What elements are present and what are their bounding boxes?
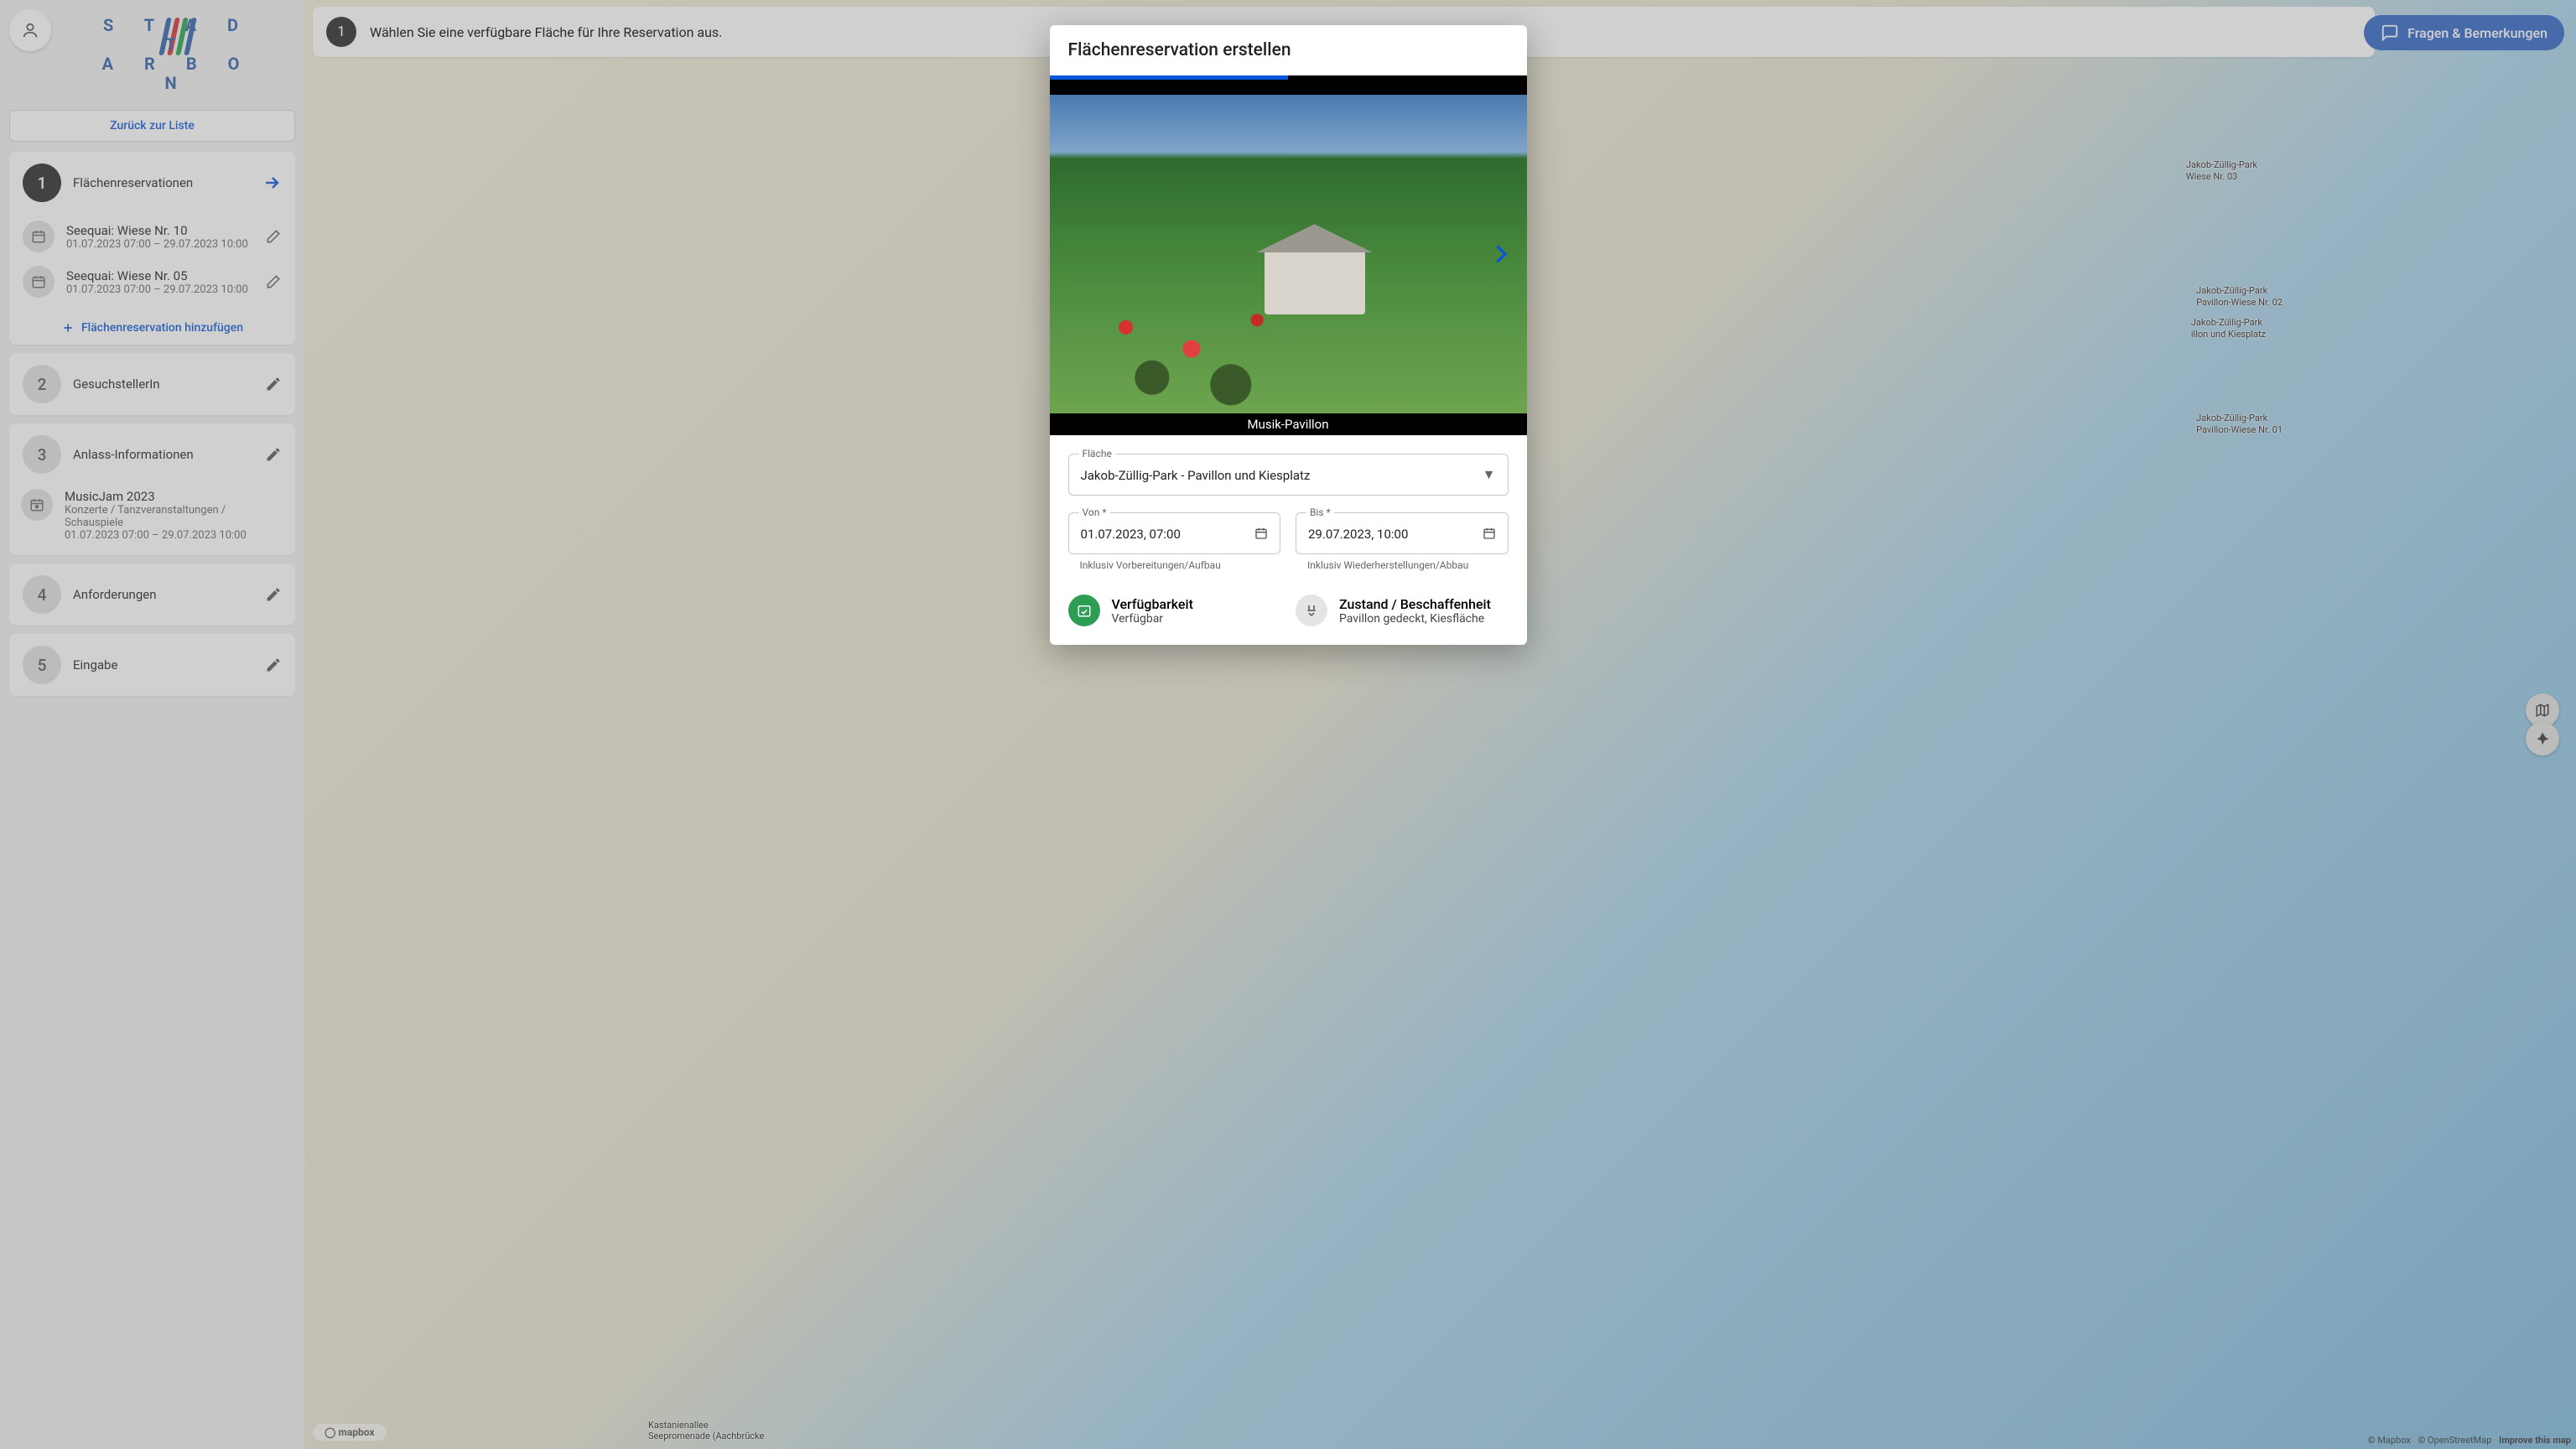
improve-map-link[interactable]: Improve this map xyxy=(2499,1435,2571,1446)
reservation-item[interactable]: Seequai: Wiese Nr. 0501.07.2023 07:00 – … xyxy=(21,259,283,304)
osm-credit[interactable]: © OpenStreetMap xyxy=(2418,1435,2492,1446)
step-number: 4 xyxy=(23,575,61,614)
to-hint: Inklusiv Wiederherstellungen/Abbau xyxy=(1296,559,1509,571)
step-number: 1 xyxy=(23,164,61,202)
step-number: 5 xyxy=(23,646,61,684)
arrow-right-icon[interactable] xyxy=(262,173,282,193)
step-5-card: 5 Eingabe xyxy=(9,634,295,696)
step-number: 1 xyxy=(326,17,356,47)
field-label: Bis * xyxy=(1306,506,1334,518)
edit-icon[interactable] xyxy=(265,273,282,290)
condition-status: Zustand / BeschaffenheitPavillon gedeckt… xyxy=(1296,595,1509,626)
user-icon xyxy=(21,21,39,39)
calendar-icon xyxy=(23,221,55,252)
step-3-card: 3 Anlass-Informationen MusicJam 2023 Kon… xyxy=(9,423,295,555)
chevron-down-icon: ▼ xyxy=(1483,466,1496,483)
pin-icon xyxy=(2535,731,2550,746)
feedback-button[interactable]: Fragen & Bemerkungen xyxy=(2364,15,2564,50)
chat-icon xyxy=(2381,23,2399,42)
step-5-header[interactable]: 5 Eingabe xyxy=(9,634,295,696)
calendar-icon xyxy=(1254,527,1268,540)
map-poi-label: Jakob-Züllig-ParkWiese Nr. 03 xyxy=(2186,159,2257,183)
back-to-list-button[interactable]: Zurück zur Liste xyxy=(9,110,295,142)
calendar-event-icon xyxy=(21,489,53,521)
edit-icon[interactable] xyxy=(265,446,282,463)
step-4-card: 4 Anforderungen xyxy=(9,564,295,626)
map-pin-button[interactable] xyxy=(2526,722,2559,756)
from-date-input[interactable]: Von * 01.07.2023, 07:00 xyxy=(1068,512,1281,554)
to-value: 29.07.2023, 10:00 xyxy=(1308,527,1496,542)
edit-icon[interactable] xyxy=(265,657,282,673)
next-image-button[interactable] xyxy=(1480,229,1520,279)
logo: S T A D TA R B O N xyxy=(60,9,295,110)
event-category: Konzerte / Tanzveranstaltungen / Schausp… xyxy=(65,504,283,529)
from-value: 01.07.2023, 07:00 xyxy=(1081,527,1269,542)
step-3-header[interactable]: 3 Anlass-Informationen xyxy=(9,423,295,486)
step-2-header[interactable]: 2 GesuchstellerIn xyxy=(9,353,295,415)
location-image xyxy=(1050,95,1527,413)
map-poi-label: KastanienalleeSeepromenade (Aachbrücke xyxy=(648,1420,764,1443)
map-poi-label: Jakob-Züllig-ParkPavillon-Wiese Nr. 02 xyxy=(2196,285,2283,309)
field-label: Fläche xyxy=(1079,448,1115,460)
step-1-header[interactable]: 1 Flächenreservationen xyxy=(9,152,295,214)
check-calendar-icon xyxy=(1068,595,1100,626)
step-1-card: 1 Flächenreservationen Seequai: Wiese Nr… xyxy=(9,152,295,345)
calendar-icon xyxy=(23,266,55,298)
edit-icon[interactable] xyxy=(265,228,282,245)
map-poi-label: Jakob-Züllig-Parkillon und Kiesplatz xyxy=(2191,317,2266,340)
create-reservation-modal: Flächenreservation erstellen Musik-Pavil… xyxy=(1050,25,1527,645)
event-title: MusicJam 2023 xyxy=(65,489,283,504)
step-title: Anforderungen xyxy=(73,587,253,602)
step-title: Anlass-Informationen xyxy=(73,447,253,462)
field-label: Von * xyxy=(1079,506,1110,518)
map-poi-label: Jakob-Züllig-ParkPavillon-Wiese Nr. 01 xyxy=(2196,413,2283,436)
step-title: Eingabe xyxy=(73,657,253,673)
plus-icon xyxy=(61,321,75,335)
reservation-item[interactable]: Seequai: Wiese Nr. 1001.07.2023 07:00 – … xyxy=(21,214,283,259)
user-menu-button[interactable] xyxy=(9,9,51,51)
from-hint: Inklusiv Vorbereitungen/Aufbau xyxy=(1068,559,1281,571)
availability-status: VerfügbarkeitVerfügbar xyxy=(1068,595,1281,626)
step-number: 2 xyxy=(23,365,61,403)
event-dates: 01.07.2023 07:00 – 29.07.2023 10:00 xyxy=(65,529,283,542)
mapbox-credit[interactable]: © Mapbox xyxy=(2368,1435,2411,1446)
edit-icon[interactable] xyxy=(265,376,282,392)
to-date-input[interactable]: Bis * 29.07.2023, 10:00 xyxy=(1296,512,1509,554)
condition-icon xyxy=(1296,595,1327,626)
edit-icon[interactable] xyxy=(265,586,282,603)
map-controls xyxy=(2526,696,2559,753)
step-title: GesuchstellerIn xyxy=(73,377,253,392)
image-caption: Musik-Pavillon xyxy=(1050,413,1527,435)
step-number: 3 xyxy=(23,435,61,474)
mapbox-logo: ◯ mapbox xyxy=(313,1424,387,1441)
area-select[interactable]: Fläche Jakob-Züllig-Park - Pavillon und … xyxy=(1068,454,1509,496)
step-2-card: 2 GesuchstellerIn xyxy=(9,353,295,415)
modal-title: Flächenreservation erstellen xyxy=(1050,25,1527,75)
chevron-right-icon xyxy=(1488,237,1512,271)
area-value: Jakob-Züllig-Park - Pavillon und Kiespla… xyxy=(1081,468,1496,483)
add-reservation-button[interactable]: Flächenreservation hinzufügen xyxy=(9,311,295,345)
instruction-text: Wählen Sie eine verfügbare Fläche für Ih… xyxy=(370,24,722,40)
sidebar: S T A D TA R B O N Zurück zur Liste 1 Fl… xyxy=(0,0,304,1449)
step-4-header[interactable]: 4 Anforderungen xyxy=(9,564,295,626)
calendar-icon xyxy=(1483,527,1496,540)
step-title: Flächenreservationen xyxy=(73,175,250,190)
map-attribution: © Mapbox © OpenStreetMap Improve this ma… xyxy=(2363,1435,2571,1446)
map-icon xyxy=(2535,703,2550,718)
